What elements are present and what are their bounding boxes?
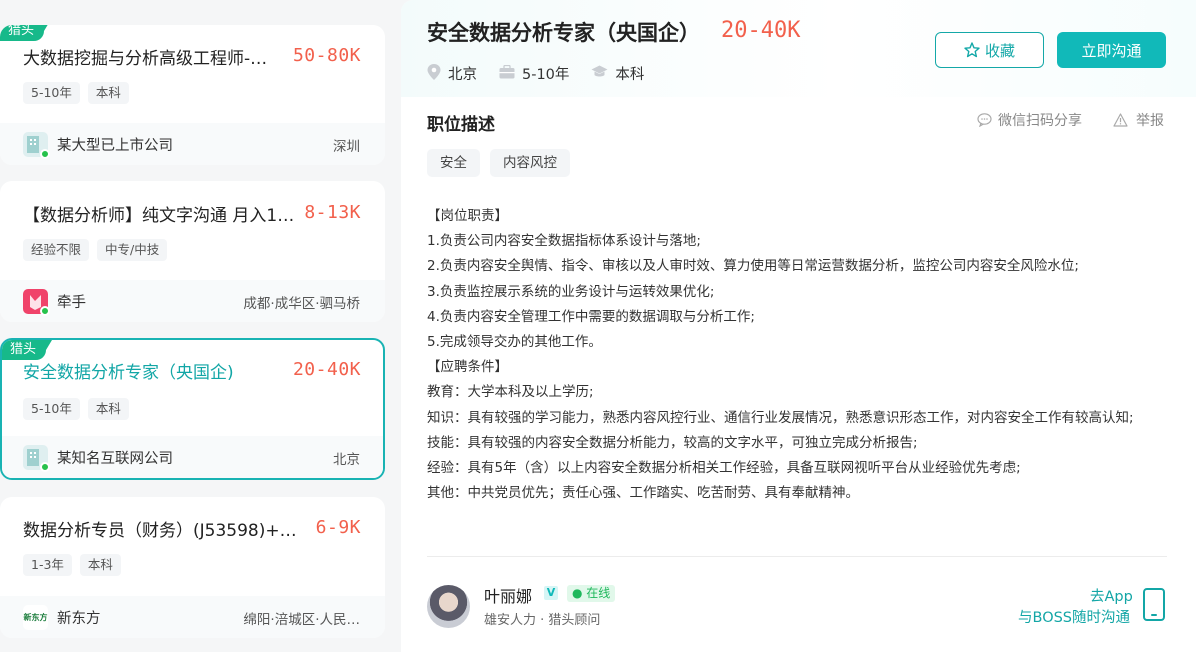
location-pin-icon bbox=[427, 63, 441, 84]
company-row[interactable]: 某知名互联网公司 北京 bbox=[2, 436, 383, 478]
verified-badge: V bbox=[544, 586, 558, 600]
tag: 本科 bbox=[87, 82, 129, 104]
divider bbox=[427, 556, 1167, 557]
online-dot bbox=[40, 306, 50, 316]
report-button[interactable]: 举报 bbox=[1113, 110, 1164, 130]
job-salary: 8-13K bbox=[304, 202, 361, 223]
tag: 经验不限 bbox=[23, 239, 90, 261]
desc-line: 经验：具有5年（含）以上内容安全数据分析相关工作经验，具备互联网视听平台从业经验… bbox=[427, 460, 1021, 477]
company-row[interactable]: 新东方 新东方 绵阳·涪城区·人民… bbox=[0, 596, 385, 638]
job-experience: 5-10年 bbox=[522, 67, 570, 83]
desc-line: 4.负责内容安全管理工作中需要的数据调取与分析工作; bbox=[427, 308, 755, 325]
report-label: 举报 bbox=[1136, 113, 1164, 129]
detail-tags: 安全 内容风控 bbox=[427, 149, 570, 177]
job-tags: 5-10年 本科 bbox=[23, 398, 129, 420]
job-location: 绵阳·涪城区·人民… bbox=[243, 612, 360, 628]
tag: 中专/中技 bbox=[97, 239, 168, 261]
wechat-share-button[interactable]: 微信扫码分享 bbox=[977, 110, 1082, 130]
tag: 5-10年 bbox=[23, 82, 80, 104]
online-status-badge: ● 在线 bbox=[567, 585, 616, 602]
detail-job-title: 安全数据分析专家（央国企） bbox=[427, 21, 700, 45]
job-tags: 1-3年 本科 bbox=[23, 554, 121, 576]
detail-tag: 内容风控 bbox=[490, 149, 570, 177]
recruiter-subtitle: 雄安人力 · 猎头顾问 bbox=[484, 613, 601, 628]
job-salary: 6-9K bbox=[315, 517, 361, 538]
job-title[interactable]: 大数据挖掘与分析高级工程师-安… bbox=[23, 44, 283, 69]
company-name: 某知名互联网公司 bbox=[57, 451, 173, 467]
job-meta: 北京 5-10年 本科 bbox=[427, 63, 666, 84]
chat-bubble-icon bbox=[977, 113, 992, 127]
graduation-cap-icon bbox=[591, 65, 608, 82]
job-list: 猎头 大数据挖掘与分析高级工程师-安… 50-80K 5-10年 本科 某大型已… bbox=[0, 0, 385, 652]
headhunter-badge: 猎头 bbox=[0, 25, 51, 41]
desc-line: 教育：大学本科及以上学历; bbox=[427, 384, 594, 401]
online-dot bbox=[40, 462, 50, 472]
job-tags: 经验不限 中专/中技 bbox=[23, 239, 168, 261]
desc-line: 知识：具有较强的学习能力，熟悉内容风控行业、通信行业发展情况，熟悉意识形态工作，… bbox=[427, 409, 1134, 426]
job-city: 北京 bbox=[448, 67, 477, 83]
online-dot bbox=[40, 149, 50, 159]
detail-salary: 20-40K bbox=[721, 18, 801, 43]
company-name: 某大型已上市公司 bbox=[57, 138, 173, 154]
briefcase-icon bbox=[499, 64, 515, 83]
company-name: 牵手 bbox=[57, 295, 86, 311]
job-card-selected[interactable]: 猎头 安全数据分析专家（央国企) 20-40K 5-10年 本科 某知名互联网公… bbox=[0, 338, 385, 480]
job-tags: 5-10年 本科 bbox=[23, 82, 129, 104]
desc-line: 技能：具有较强的内容安全数据分析能力，较高的文字水平，可独立完成分析报告; bbox=[427, 434, 918, 451]
headhunter-badge: 猎头 bbox=[2, 340, 53, 360]
job-title[interactable]: 安全数据分析专家（央国企) bbox=[23, 358, 283, 383]
share-label: 微信扫码分享 bbox=[998, 113, 1082, 129]
chat-now-button[interactable]: 立即沟通 bbox=[1057, 32, 1166, 68]
job-card[interactable]: 猎头 大数据挖掘与分析高级工程师-安… 50-80K 5-10年 本科 某大型已… bbox=[0, 25, 385, 165]
favorite-button[interactable]: 收藏 bbox=[935, 32, 1044, 68]
job-salary: 20-40K bbox=[292, 359, 361, 380]
desc-line: 1.负责公司内容安全数据指标体系设计与落地; bbox=[427, 233, 701, 250]
mobile-phone-icon[interactable] bbox=[1143, 588, 1165, 621]
online-status-label: 在线 bbox=[586, 586, 611, 600]
tag: 1-3年 bbox=[23, 554, 72, 576]
desc-line: 5.完成领导交办的其他工作。 bbox=[427, 334, 602, 351]
desc-line: 其他：中共党员优先；责任心强、工作踏实、吃苦耐劳、具有奉献精神。 bbox=[427, 485, 859, 502]
favorite-label: 收藏 bbox=[984, 41, 1015, 60]
company-row[interactable]: 牵手 成都·成华区·驷马桥 bbox=[0, 280, 385, 322]
job-degree: 本科 bbox=[615, 67, 645, 83]
job-title[interactable]: 【数据分析师】纯文字沟通 月入1w+ bbox=[23, 201, 298, 226]
job-card[interactable]: 数据分析专员（财务）(J53598)+周… 6-9K 1-3年 本科 新东方 新… bbox=[0, 497, 385, 638]
tag: 5-10年 bbox=[23, 398, 80, 420]
company-row[interactable]: 某大型已上市公司 深圳 bbox=[0, 123, 385, 165]
recruiter-name: 叶丽娜 bbox=[484, 587, 533, 606]
warning-icon bbox=[1113, 113, 1128, 127]
desc-line: 3.负责监控展示系统的业务设计与运转效果优化; bbox=[427, 283, 715, 300]
job-title[interactable]: 数据分析专员（财务）(J53598)+周… bbox=[23, 516, 303, 541]
job-location: 北京 bbox=[333, 452, 360, 468]
company-name: 新东方 bbox=[57, 611, 101, 627]
star-icon bbox=[964, 42, 980, 58]
go-app-link[interactable]: 去App bbox=[1090, 585, 1133, 606]
job-detail-panel: 安全数据分析专家（央国企） 20-40K 北京 5-10年 本科 收藏 立即沟通 bbox=[401, 0, 1196, 652]
job-description: 【岗位职责】 1.负责公司内容安全数据指标体系设计与落地; 2.负责内容安全舆情… bbox=[427, 204, 1172, 506]
job-location: 深圳 bbox=[333, 139, 360, 155]
job-card[interactable]: 【数据分析师】纯文字沟通 月入1w+ 8-13K 经验不限 中专/中技 牵手 成… bbox=[0, 181, 385, 322]
tag: 本科 bbox=[87, 398, 129, 420]
job-salary: 50-80K bbox=[292, 45, 361, 66]
detail-tag: 安全 bbox=[427, 149, 480, 177]
boss-chat-link[interactable]: 与BOSS随时沟通 bbox=[1018, 606, 1130, 627]
desc-line: 2.负责内容安全舆情、指令、审核以及人审时效、算力使用等日常运营数据分析，监控公… bbox=[427, 258, 1079, 275]
desc-line: 【岗位职责】 bbox=[427, 208, 508, 224]
tag: 本科 bbox=[79, 554, 121, 576]
job-location: 成都·成华区·驷马桥 bbox=[243, 296, 360, 312]
section-title: 职位描述 bbox=[427, 115, 495, 135]
company-logo: 新东方 bbox=[23, 605, 48, 630]
desc-line: 【应聘条件】 bbox=[427, 359, 508, 376]
recruiter-avatar[interactable] bbox=[427, 585, 470, 628]
